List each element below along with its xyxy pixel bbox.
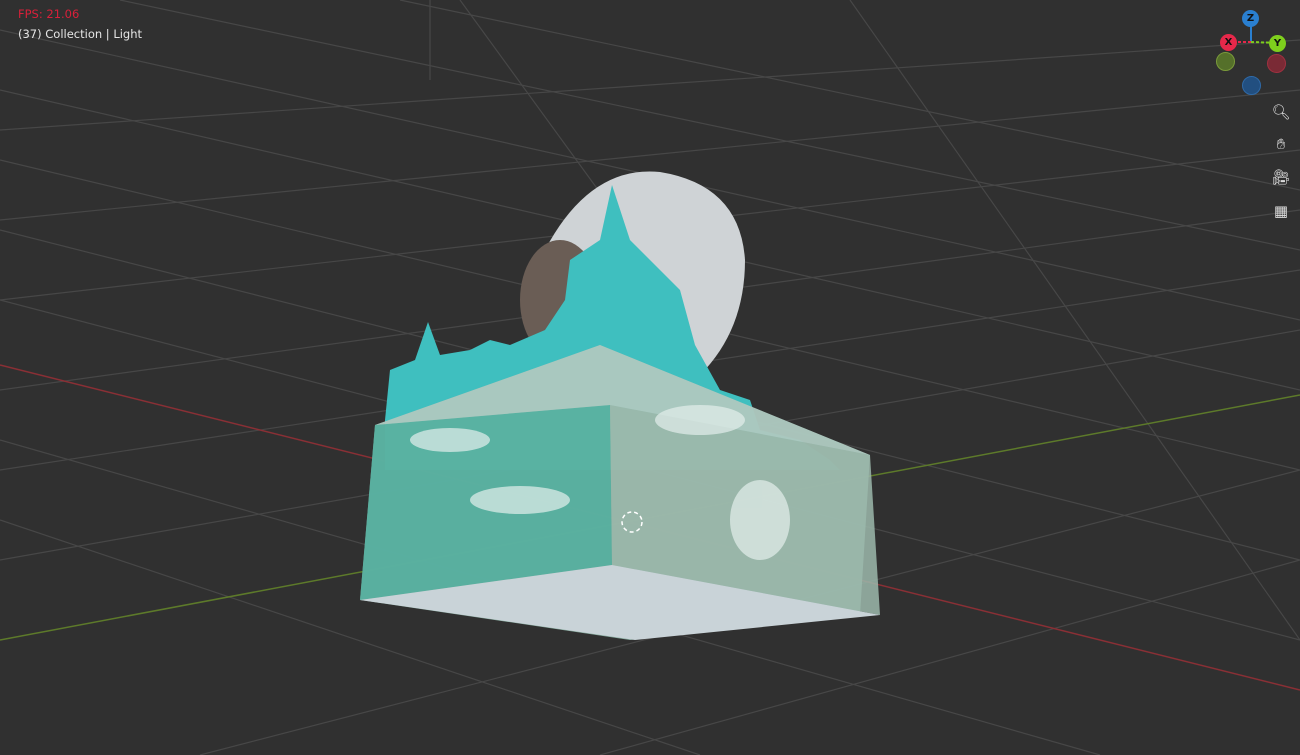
gizmo-z-button[interactable]: Z bbox=[1242, 10, 1259, 27]
zoom-button[interactable]: 🔍︎ bbox=[1268, 99, 1294, 125]
camera-view-button[interactable]: 🎥︎ bbox=[1268, 164, 1294, 190]
pan-button[interactable]: ✋︎ bbox=[1268, 131, 1294, 157]
perspective-toggle-button[interactable]: ▦ bbox=[1268, 198, 1294, 224]
gizmo-x-button[interactable]: X bbox=[1220, 34, 1237, 51]
active-collection-label: (37) Collection | Light bbox=[18, 27, 143, 41]
gizmo-neg-x-button[interactable] bbox=[1267, 54, 1286, 73]
fps-counter: FPS: 21.06 bbox=[18, 7, 80, 21]
gizmo-neg-y-button[interactable] bbox=[1216, 52, 1235, 71]
grid-perspective-icon: ▦ bbox=[1273, 202, 1289, 220]
camera-icon: 🎥︎ bbox=[1271, 168, 1291, 186]
gizmo-y-button[interactable]: Y bbox=[1269, 35, 1286, 52]
3d-viewport[interactable] bbox=[0, 0, 1300, 755]
zoom-icon: 🔍︎ bbox=[1271, 103, 1291, 121]
hand-pan-icon: ✋︎ bbox=[1276, 135, 1286, 153]
gizmo-neg-z-button[interactable] bbox=[1242, 76, 1261, 95]
